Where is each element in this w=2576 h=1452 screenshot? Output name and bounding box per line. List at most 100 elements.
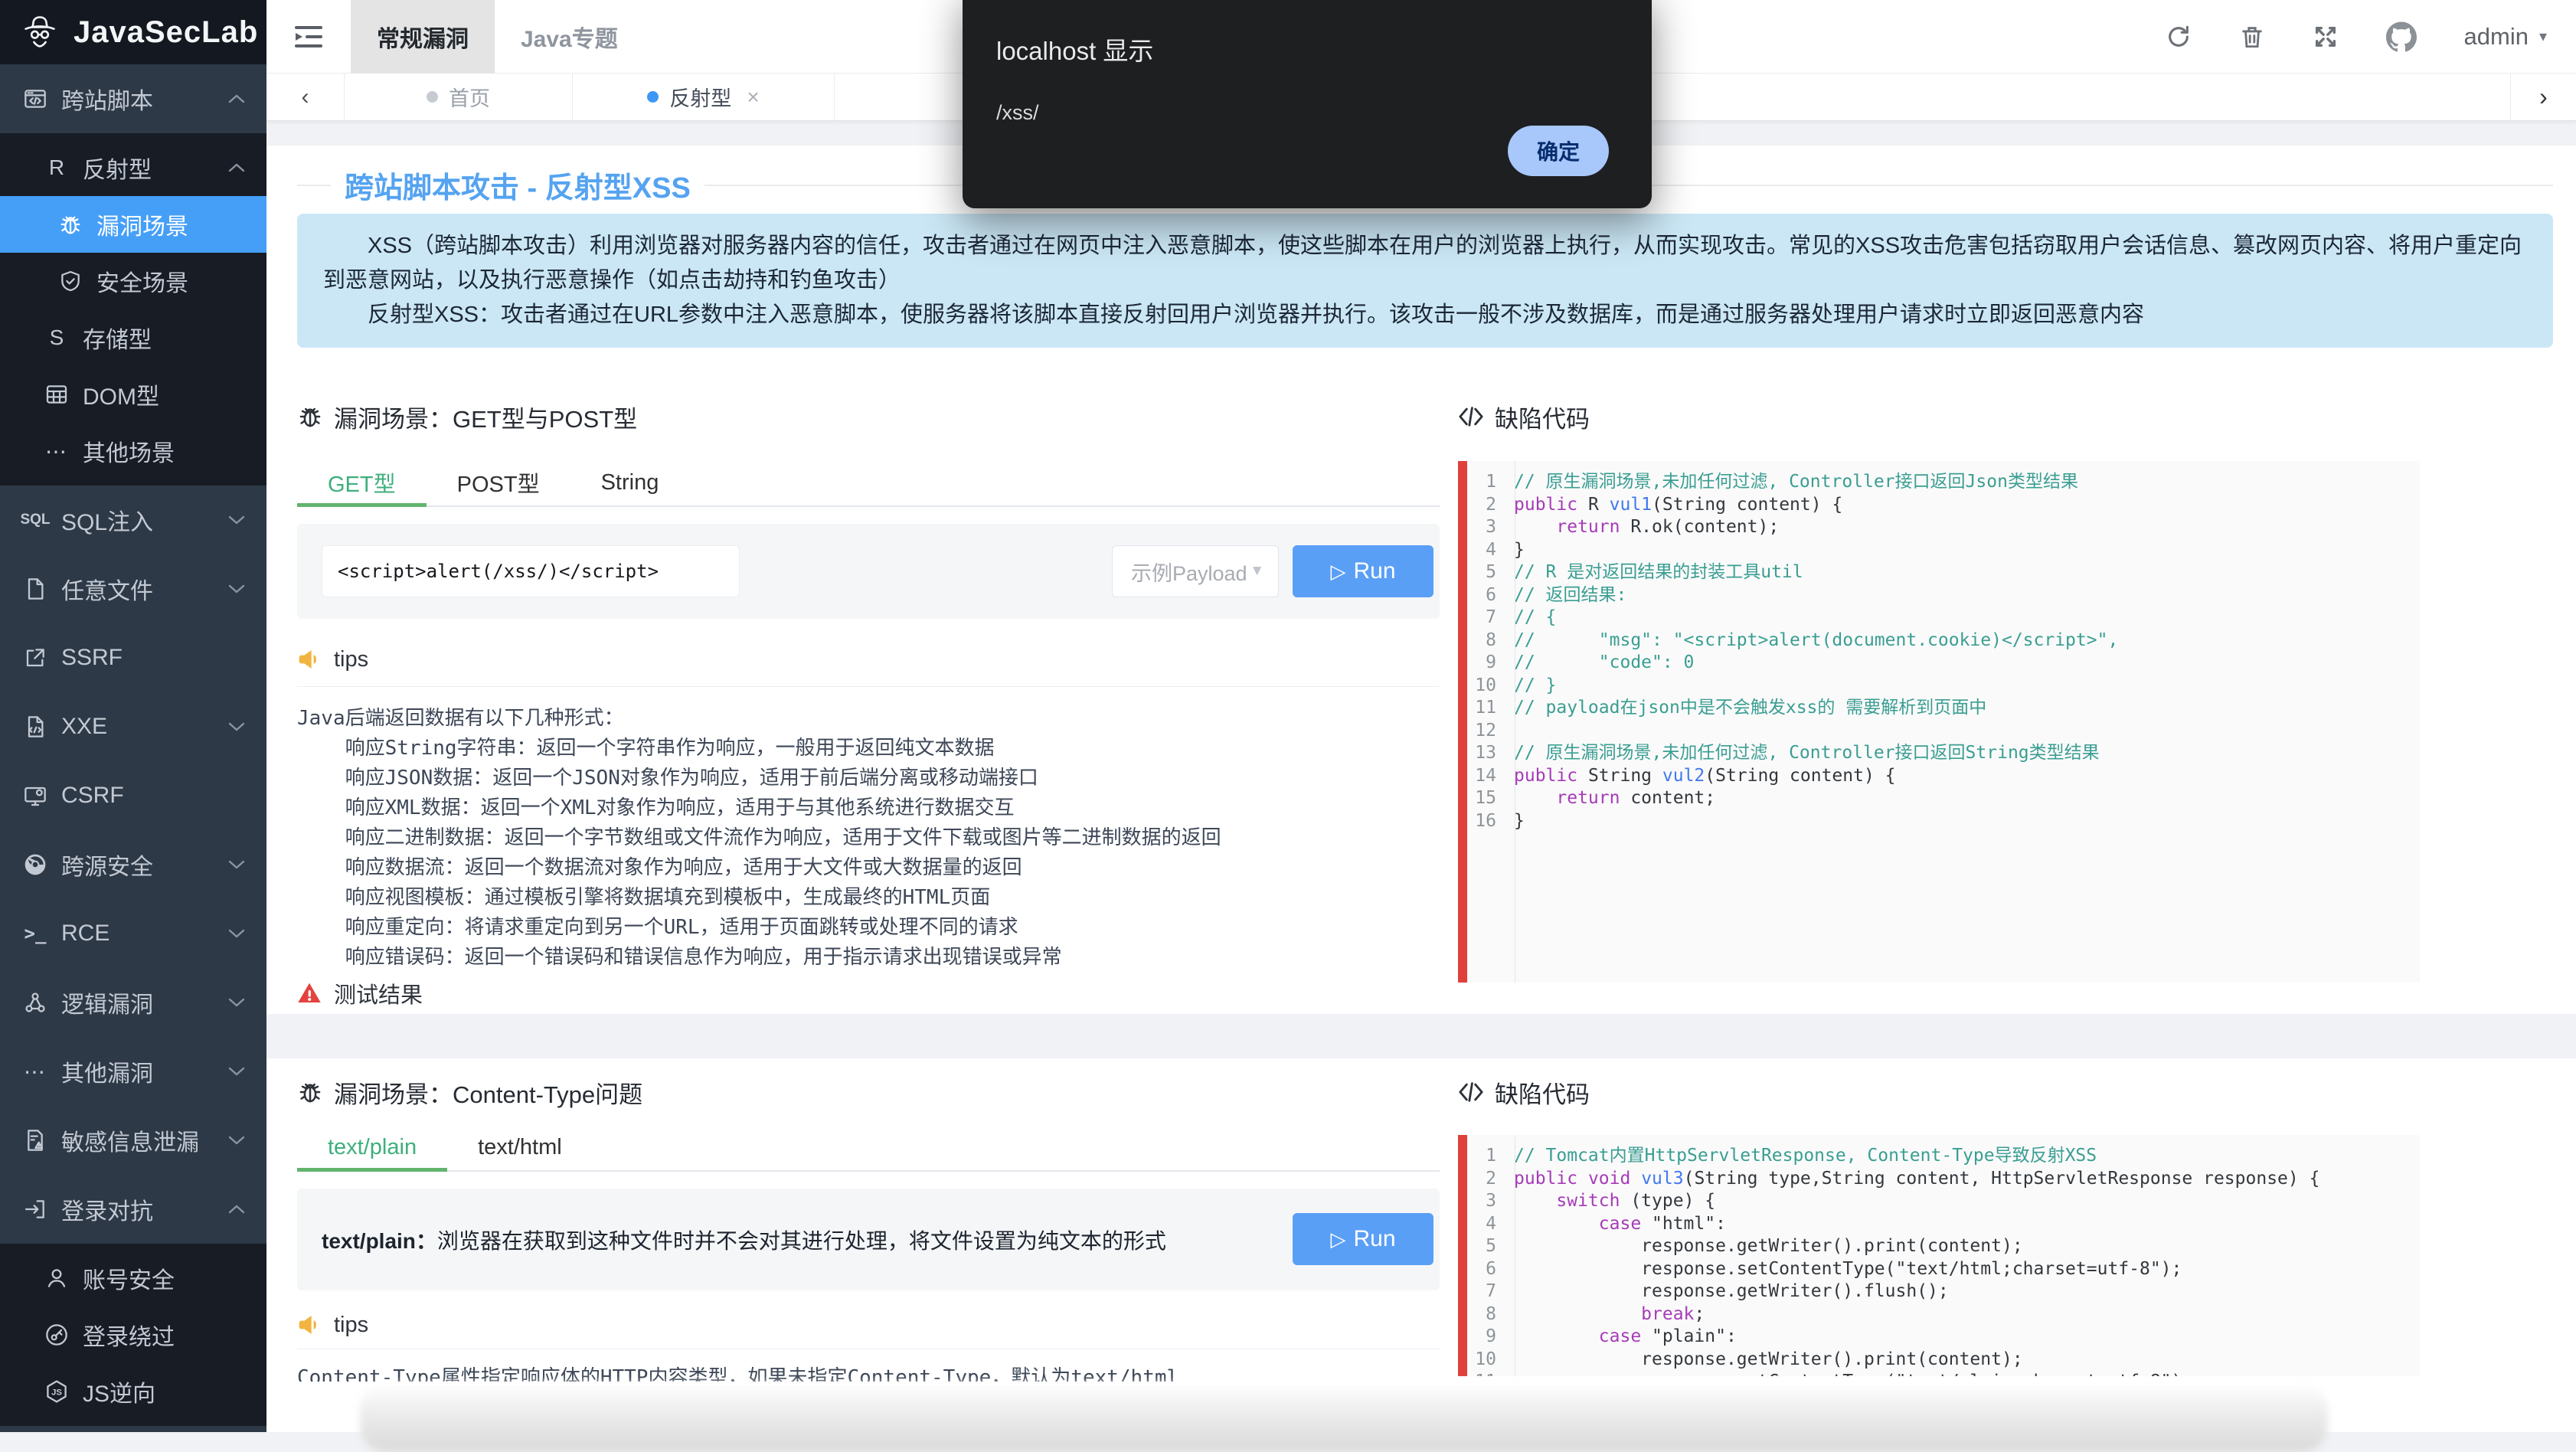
sidebar-item-label: JS逆向 (83, 1375, 155, 1408)
line-number: 3 (1467, 516, 1507, 539)
code-lines-2: 1// Tomcat内置HttpServletResponse, Content… (1467, 1145, 2420, 1376)
sidebar-item-logic[interactable]: 逻辑漏洞 (0, 968, 266, 1037)
code-line: 3 return R.ok(content); (1467, 516, 2420, 539)
tips-header: tips (297, 646, 1440, 672)
sidebar-item-label: CSRF (61, 783, 124, 809)
github-icon[interactable] (2386, 21, 2417, 52)
line-number: 3 (1467, 1190, 1507, 1213)
page-title: 跨站脚本攻击 - 反射型XSS (345, 164, 691, 206)
tab-text-plain[interactable]: text/plain (297, 1124, 447, 1170)
line-number: 15 (1467, 787, 1507, 810)
scenario-header: 漏洞场景：GET型与POST型 (297, 401, 1440, 432)
play-icon: ▷ (1330, 1228, 1345, 1251)
sidebar-item-sql-injection[interactable]: SQLSQL注入 (0, 486, 266, 554)
close-icon[interactable]: × (747, 85, 759, 110)
submenu-group: 账号安全登录绕过 JS JS逆向 (0, 1244, 266, 1426)
code-line: 2public R vul1(String content) { (1467, 494, 2420, 517)
dialog-ok-button[interactable]: 确定 (1508, 126, 1609, 176)
sidebar-item-login-bypass[interactable]: 登录绕过 (0, 1306, 266, 1363)
content-type-desc: text/plain： 浏览器在获取到这种文件时并不会对其进行处理，将文件设置为… (322, 1189, 1166, 1290)
sidebar-item-label: 账号安全 (83, 1261, 175, 1295)
main-content: 跨站脚本攻击 - 反射型XSS XSS（跨站脚本攻击）利用浏览器对服务器内容的信… (266, 121, 2576, 1432)
dom-grid-icon (43, 381, 70, 408)
sidebar-collapse-button[interactable] (266, 0, 351, 74)
tab-regular-vulns[interactable]: 常规漏洞 (351, 0, 495, 74)
code-line: 3 switch (type) { (1467, 1190, 2420, 1213)
sidebar-item-other-vuln[interactable]: ⋯其他漏洞 (0, 1037, 266, 1106)
code-line: 8// "msg": "<script>alert(document.cooki… (1467, 630, 2420, 652)
tags-scroll-right-button[interactable]: › (2510, 74, 2576, 120)
sidebar-item-stored[interactable]: S存储型 (0, 309, 266, 366)
sidebar-item-dom[interactable]: DOM型 (0, 366, 266, 423)
sidebar-item-cors[interactable]: 跨源安全 (0, 830, 266, 899)
sidebar-item-reflected[interactable]: R反射型 (0, 139, 266, 196)
sidebar-item-arbitrary-file[interactable]: 任意文件 (0, 554, 266, 623)
payload-input[interactable] (322, 545, 740, 597)
sidebar-item-rce[interactable]: >_RCE (0, 899, 266, 968)
terminal-icon: >_ (21, 920, 49, 947)
tips-title: tips (334, 647, 368, 672)
tips-line: 响应二进制数据：返回一个字节数组或文件流作为响应，适用于文件下载或图片等二进制数… (297, 823, 1440, 853)
user-dropdown[interactable]: admin ▾ (2464, 23, 2547, 51)
code-text: case "html": (1507, 1213, 1726, 1236)
sidebar-item-safe-scene[interactable]: 安全场景 (0, 253, 266, 309)
line-number: 4 (1467, 539, 1507, 562)
trash-icon[interactable] (2239, 24, 2265, 50)
app-logo[interactable]: JavaSecLab (0, 0, 266, 64)
result-header: 测试结果 (297, 980, 1440, 1006)
fullscreen-icon[interactable] (2313, 24, 2339, 50)
svg-text:JS: JS (51, 1388, 62, 1398)
tab-java-topics[interactable]: Java专题 (495, 0, 644, 74)
shield-check-icon (57, 267, 84, 295)
code-icon (1458, 1079, 1484, 1105)
code-line: 10 response.getWriter().print(content); (1467, 1349, 2420, 1372)
sidebar-item-label: 跨站脚本 (61, 82, 153, 116)
warning-icon (297, 981, 322, 1006)
sidebar-item-account-safe[interactable]: 账号安全 (0, 1250, 266, 1306)
tag-dot-active (647, 91, 659, 103)
tab-post[interactable]: POST型 (427, 459, 570, 505)
tag-home[interactable]: 首页 (345, 74, 573, 120)
sidebar-item-csrf[interactable]: CSRF (0, 761, 266, 830)
run-button[interactable]: ▷ Run (1293, 545, 1433, 597)
file-icon (21, 575, 49, 603)
tab-string[interactable]: String (570, 459, 690, 505)
menu-group: 跨站脚本 (0, 64, 266, 133)
refresh-icon[interactable] (2166, 24, 2192, 50)
sidebar-item-xss[interactable]: 跨站脚本 (0, 64, 266, 133)
tab-get[interactable]: GET型 (297, 459, 427, 505)
sidebar-item-ssrf[interactable]: SSRF (0, 623, 266, 692)
run-label: Run (1353, 558, 1395, 584)
intro-paragraph: XSS（跨站脚本攻击）利用浏览器对服务器内容的信任，攻击者通过在网页中注入恶意脚… (323, 229, 2527, 298)
code-line: 1// 原生漏洞场景,未加任何过滤, Controller接口返回Json类型结… (1467, 471, 2420, 494)
sidebar-item-js-reverse[interactable]: JS JS逆向 (0, 1363, 266, 1420)
line-number: 13 (1467, 742, 1507, 765)
code-text: // 原生漏洞场景,未加任何过滤, Controller接口返回Json类型结果 (1507, 471, 2078, 494)
run-button-2[interactable]: ▷ Run (1293, 1213, 1433, 1265)
tab-text-html[interactable]: text/html (447, 1124, 593, 1170)
navbar-actions: admin ▾ (2166, 21, 2576, 52)
code-line: 4} (1467, 539, 2420, 562)
line-number: 5 (1467, 561, 1507, 584)
tag-reflected-xss[interactable]: 反射型 × (573, 74, 835, 120)
sidebar-item-other-scene[interactable]: ⋯其他场景 (0, 423, 266, 479)
line-number: 2 (1467, 494, 1507, 517)
hamburger-icon (295, 25, 322, 48)
line-number: 11 (1467, 1371, 1507, 1376)
sidebar-item-xxe[interactable]: XXE (0, 692, 266, 761)
vuln-code-block-2[interactable]: 1// Tomcat内置HttpServletResponse, Content… (1458, 1135, 2420, 1376)
code-text: // R 是对返回结果的封装工具util (1507, 561, 1803, 584)
dialog-title: localhost 显示 (996, 31, 1618, 67)
tags-scroll-left-button[interactable]: ‹ (266, 74, 345, 120)
sidebar-item-info-leak[interactable]: 敏感信息泄漏 (0, 1106, 266, 1175)
content-type-tabs: text/plain text/html (297, 1124, 1440, 1172)
vuln-code-block-1[interactable]: 1// 原生漏洞场景,未加任何过滤, Controller接口返回Json类型结… (1458, 461, 2420, 983)
line-number: 11 (1467, 697, 1507, 720)
sidebar-item-vuln-scene[interactable]: 漏洞场景 (0, 196, 266, 253)
chevron-down-icon: ▾ (2539, 27, 2547, 46)
sidebar-item-login-against[interactable]: 登录对抗 (0, 1175, 266, 1244)
select-value: 示例Payload (1131, 557, 1250, 587)
sidebar: JavaSecLab 跨站脚本 R反射型漏洞场景安全场景S存储型DOM型⋯其他场景… (0, 0, 266, 1432)
example-payload-select[interactable]: 示例Payload ▼ (1112, 545, 1279, 597)
xss-intro-box: XSS（跨站脚本攻击）利用浏览器对服务器内容的信任，攻击者通过在网页中注入恶意脚… (297, 214, 2553, 348)
